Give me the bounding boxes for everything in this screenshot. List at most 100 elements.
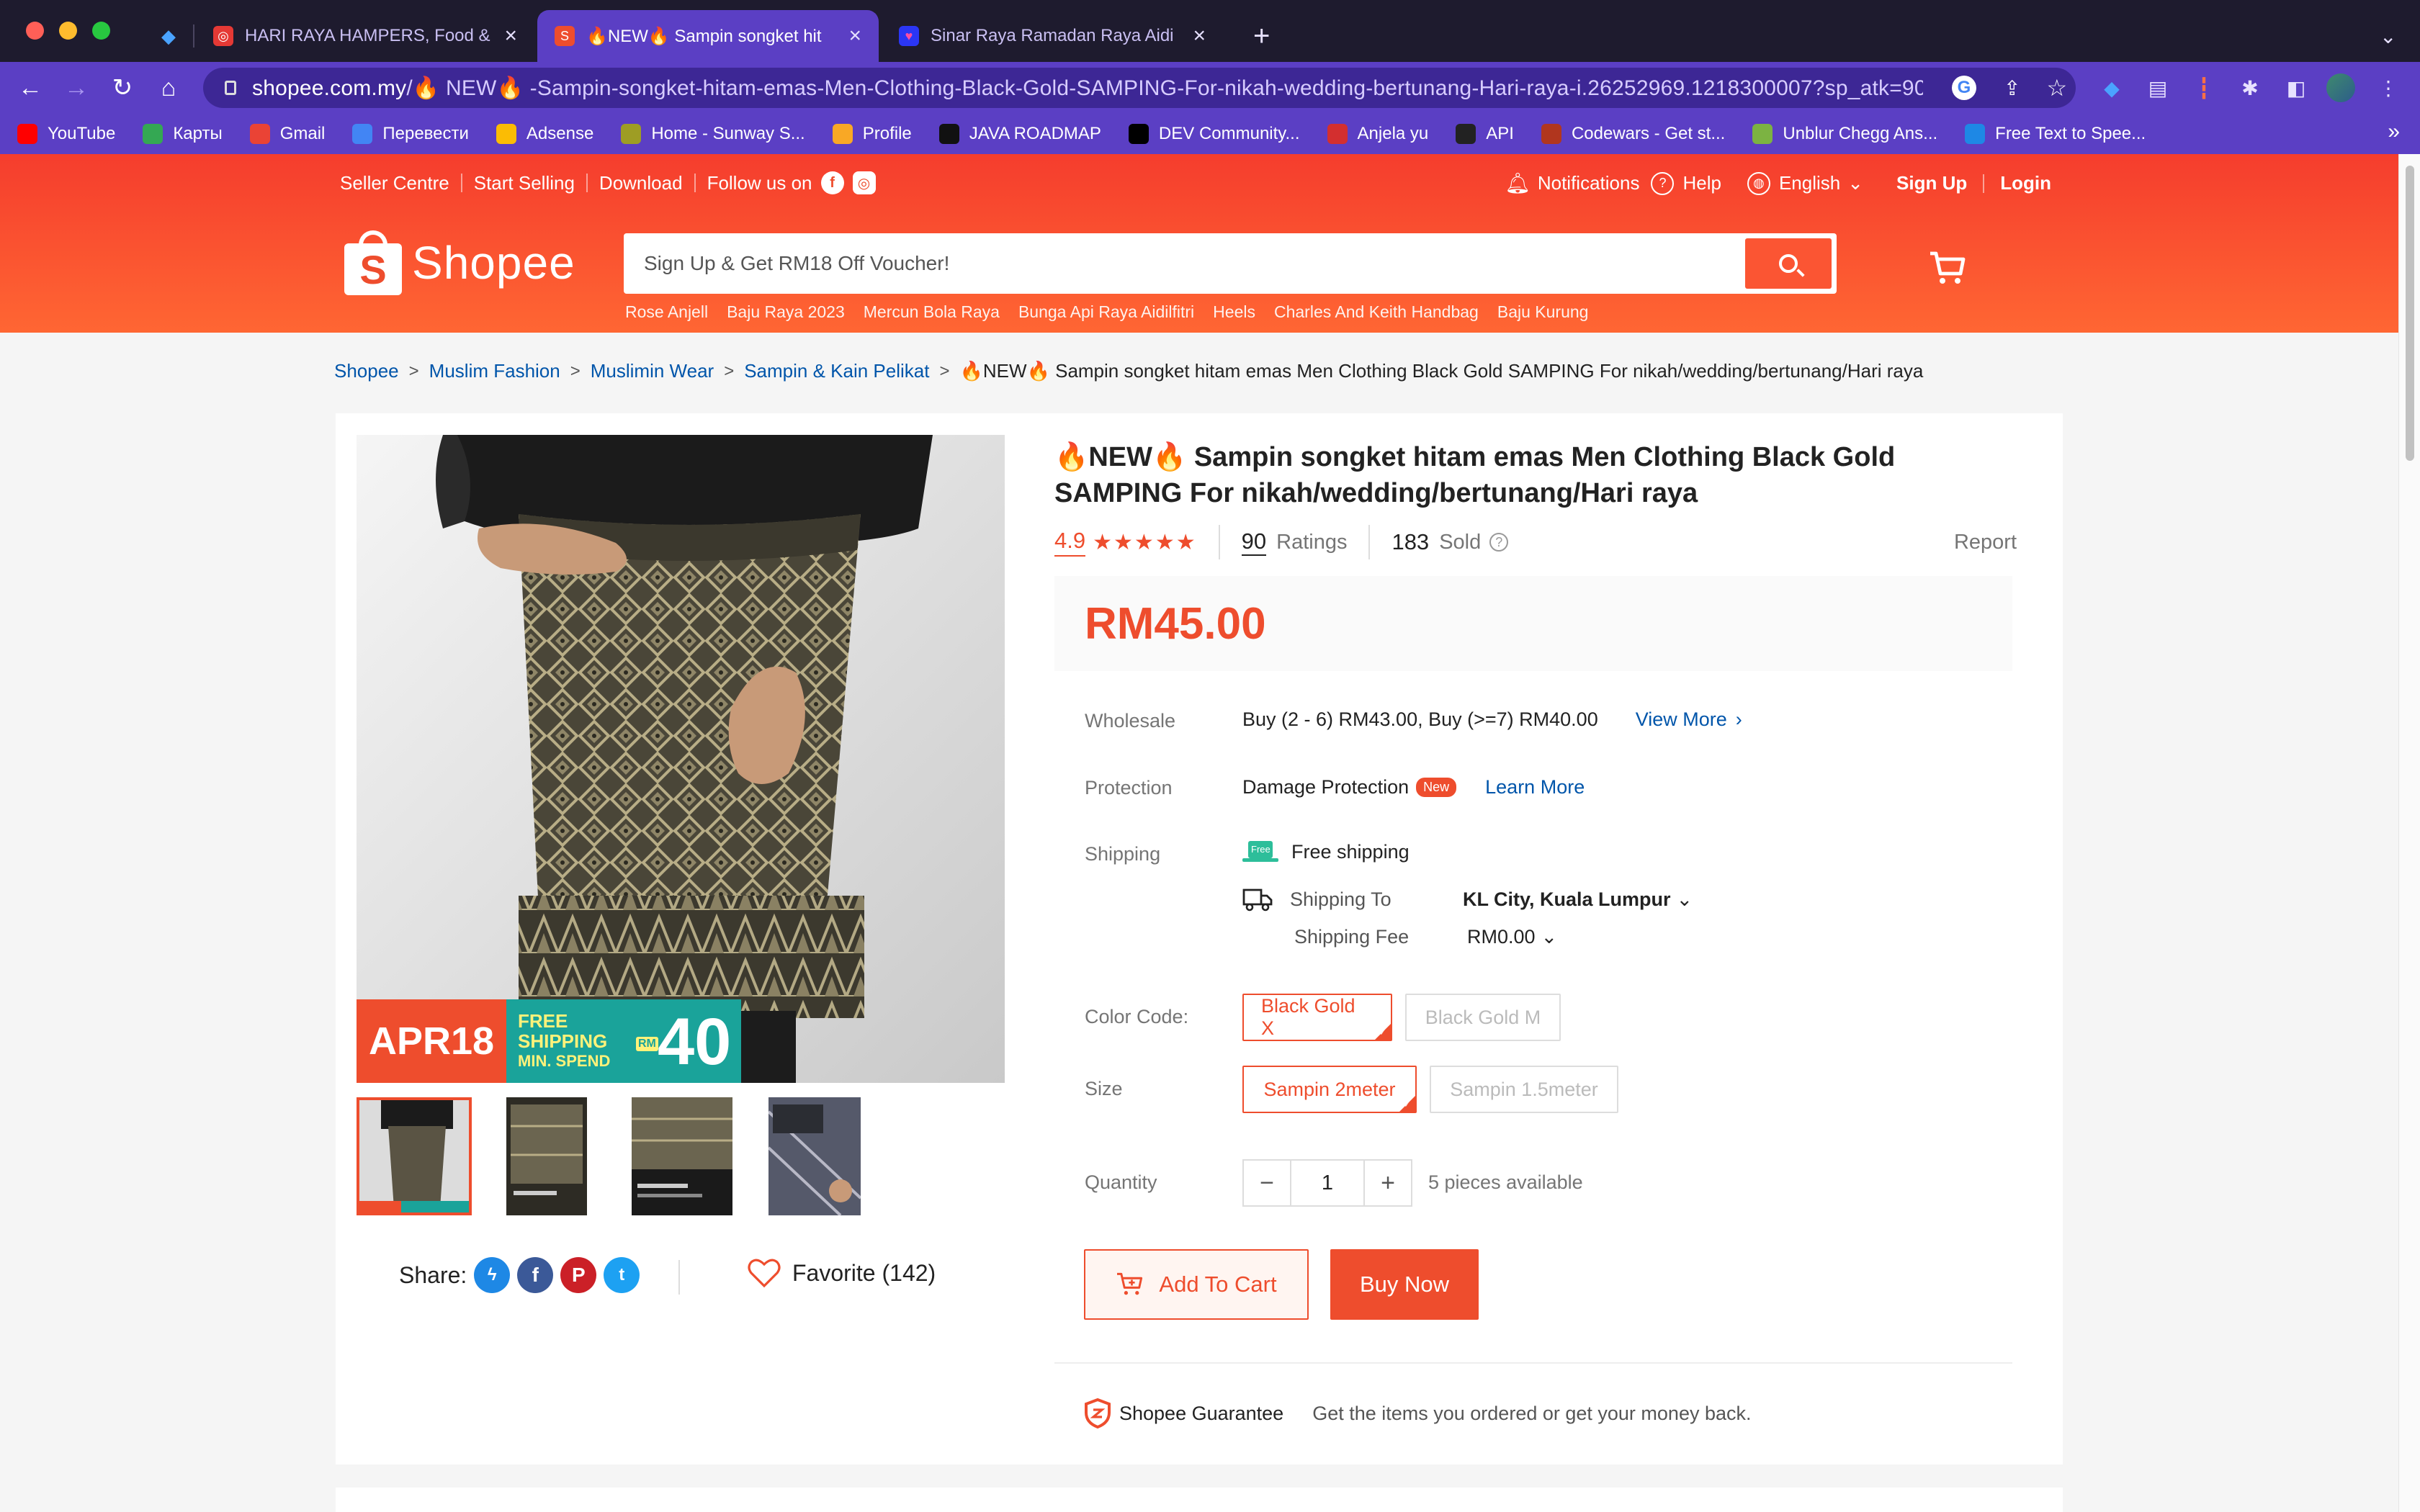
extensions-puzzle-icon[interactable]: ✱	[2236, 73, 2264, 102]
tab-sampin-songket[interactable]: S 🔥NEW🔥 Sampin songket hit ×	[537, 10, 879, 62]
tab-hari-raya-hampers[interactable]: ◎ HARI RAYA HAMPERS, Food & ×	[196, 10, 534, 62]
google-icon[interactable]: G	[1952, 76, 1976, 100]
bookmark-item[interactable]: DEV Community...	[1128, 124, 1300, 144]
download-link[interactable]: Download	[599, 172, 683, 194]
bookmark-item[interactable]: Adsense	[496, 124, 593, 144]
add-to-cart-button[interactable]: Add To Cart	[1084, 1249, 1309, 1320]
seller-centre-link[interactable]: Seller Centre	[340, 172, 449, 194]
search-hint-link[interactable]: Bunga Api Raya Aidilfitri	[1018, 302, 1194, 322]
bookmark-item[interactable]: Перевести	[352, 124, 469, 144]
bookmark-item[interactable]: Anjela yu	[1327, 124, 1428, 144]
thumbnail-4[interactable]	[768, 1097, 861, 1215]
learn-more-link[interactable]: Learn More	[1485, 776, 1585, 798]
bookmark-item[interactable]: API	[1456, 124, 1514, 144]
sold-info-icon[interactable]: ?	[1489, 533, 1509, 552]
extension-chart-icon[interactable]: ┇	[2190, 73, 2218, 102]
bookmark-item[interactable]: JAVA ROADMAP	[938, 124, 1101, 144]
tab-pinned[interactable]: ◆	[141, 10, 193, 62]
tab-sinar-raya[interactable]: ♥ Sinar Raya Ramadan Raya Aidi ×	[882, 10, 1223, 62]
new-tab-button[interactable]: +	[1236, 10, 1279, 62]
tab-list-chevron-icon[interactable]: ⌄	[2362, 10, 2406, 62]
thumbnail-2[interactable]	[506, 1097, 587, 1215]
bookmark-item[interactable]: YouTube	[17, 124, 115, 144]
breadcrumb-shopee[interactable]: Shopee	[334, 360, 399, 382]
messenger-icon[interactable]: ϟ	[474, 1257, 511, 1293]
search-hint-link[interactable]: Baju Raya 2023	[727, 302, 845, 322]
thumbnail-3[interactable]	[632, 1097, 732, 1215]
variant-sampin-1-5meter[interactable]: Sampin 1.5meter	[1430, 1066, 1618, 1113]
search-hint-link[interactable]: Heels	[1213, 302, 1255, 322]
nav-separator	[586, 174, 588, 192]
shipping-location-dropdown[interactable]: KL City, Kuala Lumpur ⌄	[1463, 888, 1693, 911]
shipping-fee-dropdown[interactable]: RM0.00 ⌄	[1467, 926, 1557, 948]
bookmark-item[interactable]: Home - Sunway S...	[621, 124, 805, 144]
cart-icon[interactable]	[1927, 248, 1968, 288]
variant-sampin-2meter[interactable]: Sampin 2meter	[1242, 1066, 1417, 1113]
product-main-image[interactable]: APR18 FREE SHIPPING MIN. SPEND RM 40	[357, 435, 1005, 1083]
profile-avatar[interactable]	[2326, 73, 2355, 102]
bookmark-star-icon[interactable]: ☆	[2046, 74, 2067, 102]
quantity-input[interactable]: 1	[1290, 1161, 1365, 1205]
extension-reader-icon[interactable]: ▤	[2143, 73, 2172, 102]
scrollbar-thumb[interactable]	[2406, 166, 2414, 461]
rating-score[interactable]: 4.9	[1054, 528, 1086, 557]
view-more-link[interactable]: View More ›	[1636, 708, 1742, 731]
search-hint-link[interactable]: Rose Anjell	[625, 302, 708, 322]
extension-gem-icon[interactable]: ◆	[2097, 73, 2126, 102]
address-bar[interactable]: shopee.com.my/🔥 NEW🔥 -Sampin-songket-hit…	[203, 68, 2076, 108]
home-icon[interactable]: ⌂	[153, 72, 184, 104]
ratings-count[interactable]: 90	[1241, 528, 1267, 556]
bookmark-item[interactable]: Unblur Chegg Ans...	[1752, 124, 1937, 144]
minimize-window-button[interactable]	[59, 22, 77, 40]
instagram-icon[interactable]: ◎	[852, 171, 876, 194]
search-hint-link[interactable]: Baju Kurung	[1497, 302, 1589, 322]
browser-menu-icon[interactable]: ⋮	[2374, 73, 2403, 102]
login-link[interactable]: Login	[2000, 172, 2051, 194]
bookmark-item[interactable]: Карты	[143, 124, 223, 144]
bookmark-item[interactable]: Profile	[832, 124, 912, 144]
page-scrollbar[interactable]	[2398, 154, 2420, 1512]
promo-banner: APR18 FREE SHIPPING MIN. SPEND RM 40	[357, 999, 741, 1083]
bookmarks-overflow-icon[interactable]: »	[2388, 120, 2400, 144]
buy-now-button[interactable]: Buy Now	[1330, 1249, 1479, 1320]
variant-black-gold-m[interactable]: Black Gold M	[1405, 994, 1561, 1041]
close-window-button[interactable]	[26, 22, 44, 40]
facebook-icon[interactable]: f	[820, 171, 844, 194]
language-selector[interactable]: ◍ English ⌄	[1747, 171, 1863, 195]
back-icon[interactable]: ←	[14, 72, 46, 104]
bookmark-item[interactable]: Codewars - Get st...	[1541, 124, 1725, 144]
start-selling-link[interactable]: Start Selling	[474, 172, 575, 194]
sign-up-link[interactable]: Sign Up	[1896, 172, 1967, 194]
facebook-share-icon[interactable]: f	[517, 1257, 554, 1293]
search-hint-link[interactable]: Mercun Bola Raya	[864, 302, 1000, 322]
twitter-icon[interactable]: t	[604, 1257, 640, 1293]
thumbnail-1[interactable]	[357, 1097, 472, 1215]
zoom-window-button[interactable]	[92, 22, 110, 40]
side-panel-icon[interactable]: ◧	[2282, 73, 2311, 102]
search-button[interactable]	[1745, 238, 1832, 289]
search-input[interactable]: Sign Up & Get RM18 Off Voucher!	[624, 252, 1745, 275]
favorite-button[interactable]: Favorite (142)	[746, 1257, 936, 1289]
help-link[interactable]: ? Help	[1651, 171, 1721, 195]
breadcrumb-muslim-fashion[interactable]: Muslim Fashion	[429, 360, 560, 382]
close-tab-icon[interactable]: ×	[504, 24, 517, 48]
bookmark-item[interactable]: Gmail	[249, 124, 325, 144]
free-shipping-truck-icon: Free	[1242, 840, 1278, 864]
notifications-link[interactable]: 🔔︎ Notifications	[1505, 171, 1639, 195]
search-hint-link[interactable]: Charles And Keith Handbag	[1274, 302, 1479, 322]
close-tab-icon[interactable]: ×	[848, 24, 861, 48]
share-page-icon[interactable]: ⇪	[2004, 76, 2020, 100]
pinterest-icon[interactable]: P	[560, 1257, 597, 1293]
shopee-logo[interactable]: S Shopee	[344, 230, 575, 295]
reload-icon[interactable]: ↻	[107, 72, 138, 104]
close-tab-icon[interactable]: ×	[1193, 24, 1206, 48]
decrease-quantity-button[interactable]: −	[1244, 1161, 1290, 1205]
increase-quantity-button[interactable]: +	[1365, 1161, 1411, 1205]
bookmark-item[interactable]: Free Text to Spee...	[1965, 124, 2146, 144]
breadcrumb-sampin[interactable]: Sampin & Kain Pelikat	[744, 360, 929, 382]
report-link[interactable]: Report	[1954, 531, 2017, 554]
promo-currency: RM	[636, 1037, 658, 1051]
breadcrumb-muslimin-wear[interactable]: Muslimin Wear	[591, 360, 714, 382]
forward-icon[interactable]: →	[60, 72, 92, 104]
variant-black-gold-x[interactable]: Black Gold X	[1242, 994, 1392, 1041]
